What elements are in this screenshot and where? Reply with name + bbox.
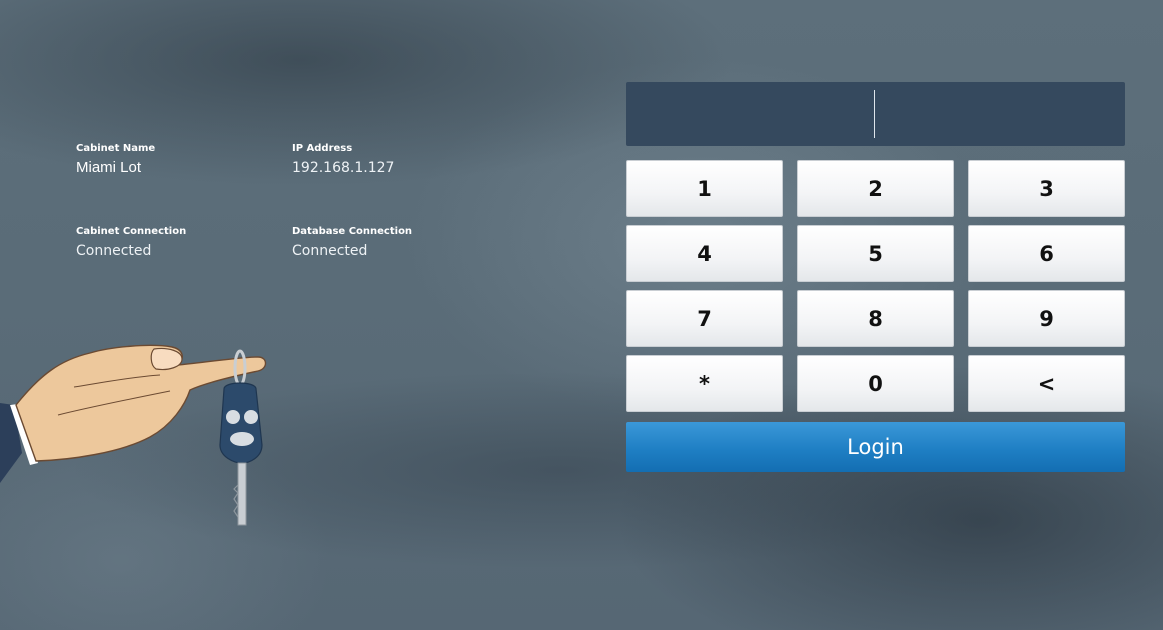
key-2[interactable]: 2 <box>797 160 954 217</box>
key-4[interactable]: 4 <box>626 225 783 282</box>
cabinet-name-info: Cabinet Name Miami Lot <box>76 143 155 178</box>
key-asterisk[interactable]: * <box>626 355 783 412</box>
key-3[interactable]: 3 <box>968 160 1125 217</box>
key-8[interactable]: 8 <box>797 290 954 347</box>
cabinet-connection-label: Cabinet Connection <box>76 226 187 237</box>
key-teeth <box>233 484 239 518</box>
cabinet-name-label: Cabinet Name <box>76 143 156 154</box>
cabinet-connection-value: Connected <box>76 243 152 259</box>
thumb-shape <box>150 347 183 371</box>
key-9[interactable]: 9 <box>968 290 1125 347</box>
database-connection-value: Connected <box>292 243 368 259</box>
unlock-button <box>244 410 258 424</box>
pin-input[interactable] <box>626 82 1125 146</box>
key-5[interactable]: 5 <box>797 225 954 282</box>
login-screen: Cabinet Name Miami Lot IP Address 192.16… <box>0 0 1163 630</box>
key-fob <box>219 382 263 464</box>
login-button[interactable]: Login <box>626 422 1125 472</box>
key-blade <box>237 462 247 526</box>
database-connection-info: Database Connection Connected <box>292 226 412 261</box>
key-6[interactable]: 6 <box>968 225 1125 282</box>
cabinet-connection-info: Cabinet Connection Connected <box>76 226 186 261</box>
ip-address-value: 192.168.1.127 <box>292 160 395 176</box>
key-7[interactable]: 7 <box>626 290 783 347</box>
database-connection-label: Database Connection <box>292 226 413 237</box>
ip-address-label: IP Address <box>292 143 353 154</box>
text-caret <box>874 90 875 138</box>
backspace-key[interactable]: < <box>968 355 1125 412</box>
ip-address-info: IP Address 192.168.1.127 <box>292 143 394 178</box>
cabinet-name-value: Miami Lot <box>76 159 142 176</box>
key-1[interactable]: 1 <box>626 160 783 217</box>
key-0[interactable]: 0 <box>797 355 954 412</box>
hand-holding-car-key-icon <box>0 344 267 526</box>
car-button <box>230 432 254 446</box>
lock-button <box>226 410 240 424</box>
